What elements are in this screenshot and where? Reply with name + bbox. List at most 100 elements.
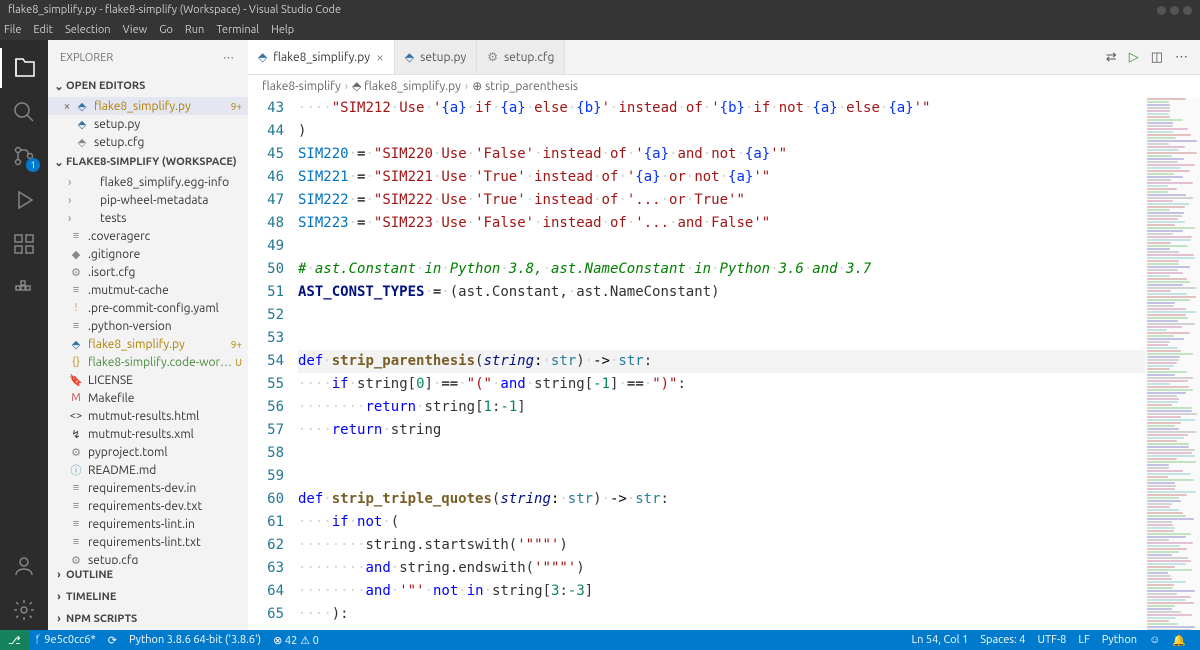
- git-branch[interactable]: ᚶ 9e5c0cc6*: [29, 630, 102, 650]
- open-editor-item[interactable]: ⬘setup.cfg: [48, 133, 248, 151]
- notifications-icon[interactable]: 🔔: [1166, 630, 1192, 650]
- file-label: flake8-simplify.code-worksp…: [88, 356, 235, 369]
- sidebar-more-icon[interactable]: ⋯: [223, 51, 236, 64]
- outline-header[interactable]: ›OUTLINE: [48, 564, 248, 586]
- file-icon: ≡: [68, 500, 84, 512]
- menu-terminal[interactable]: Terminal: [216, 24, 259, 36]
- file-label: tests: [100, 212, 248, 225]
- workspace-header[interactable]: ⌄FLAKE8-SIMPLIFY (WORKSPACE): [48, 151, 248, 173]
- file-item[interactable]: ≡requirements-lint.in: [48, 515, 248, 533]
- eol[interactable]: LF: [1072, 630, 1095, 650]
- encoding[interactable]: UTF-8: [1032, 630, 1073, 650]
- window-close-icon[interactable]: [1183, 6, 1192, 15]
- run-debug-icon[interactable]: [0, 180, 48, 220]
- tab-label: setup.cfg: [504, 51, 554, 64]
- file-icon: ⓘ: [68, 462, 84, 478]
- file-icon: ⚙: [68, 266, 84, 279]
- editor-tab[interactable]: ⚙setup.cfg: [477, 40, 565, 74]
- file-icon: <>: [68, 410, 84, 422]
- code-editor[interactable]: ····"SIM212·Use·'{a}·if·{a}·else·{b}'·in…: [298, 97, 1145, 630]
- file-icon: ↯: [68, 428, 84, 441]
- folder-item[interactable]: ›tests: [48, 209, 248, 227]
- editor-tab[interactable]: ⬘flake8_simplify.py×: [248, 40, 395, 74]
- file-label: requirements-dev.txt: [88, 500, 248, 513]
- language-mode[interactable]: Python: [1096, 630, 1143, 650]
- file-icon: ⬘: [74, 136, 90, 149]
- file-item[interactable]: ⚙ pyproject.toml: [48, 443, 248, 461]
- file-item[interactable]: ⬘flake8_simplify.py9+: [48, 335, 248, 353]
- problems[interactable]: ⊗ 42 ⚠ 0: [267, 630, 325, 650]
- file-icon: ⬘: [74, 118, 90, 131]
- menu-selection[interactable]: Selection: [65, 24, 111, 36]
- file-item[interactable]: ⚙.isort.cfg: [48, 263, 248, 281]
- file-icon: ≡: [68, 518, 84, 530]
- file-item[interactable]: ⚙setup.cfg: [48, 551, 248, 564]
- split-editor-icon[interactable]: ◫: [1151, 50, 1163, 65]
- file-item[interactable]: ↯mutmut-results.xml: [48, 425, 248, 443]
- explorer-icon[interactable]: [0, 48, 48, 88]
- open-editor-item[interactable]: ×⬘flake8_simplify.py9+: [48, 97, 248, 115]
- file-item[interactable]: !.pre-commit-config.yaml: [48, 299, 248, 317]
- breadcrumb-item[interactable]: ⊕ strip_parenthesis: [472, 79, 578, 93]
- editor-tab[interactable]: ⬘setup.py: [395, 40, 477, 74]
- folder-item[interactable]: ›pip-wheel-metadata: [48, 191, 248, 209]
- breadcrumb-item[interactable]: ⬘ flake8_simplify.py: [352, 79, 461, 93]
- breadcrumb-item[interactable]: flake8-simplify: [262, 80, 341, 93]
- file-label: setup.py: [94, 118, 248, 131]
- file-label: requirements-lint.txt: [88, 536, 248, 549]
- file-item[interactable]: ⓘREADME.md: [48, 461, 248, 479]
- file-item[interactable]: 🔖LICENSE: [48, 371, 248, 389]
- indentation[interactable]: Spaces: 4: [974, 630, 1031, 650]
- close-tab-icon[interactable]: ×: [376, 49, 384, 65]
- file-label: mutmut-results.html: [88, 410, 248, 423]
- open-editors-header[interactable]: ⌄OPEN EDITORS: [48, 75, 248, 97]
- search-icon[interactable]: [0, 92, 48, 132]
- file-item[interactable]: {}flake8-simplify.code-worksp…U: [48, 353, 248, 371]
- file-item[interactable]: ≡requirements-lint.txt: [48, 533, 248, 551]
- source-control-icon[interactable]: 1: [0, 136, 48, 176]
- file-item[interactable]: ◆.gitignore: [48, 245, 248, 263]
- menu-run[interactable]: Run: [185, 24, 204, 36]
- accounts-icon[interactable]: [0, 546, 48, 586]
- python-interpreter[interactable]: Python 3.8.6 64-bit ('3.8.6'): [123, 630, 267, 650]
- file-item[interactable]: ≡.coveragerc: [48, 227, 248, 245]
- run-icon[interactable]: ▷: [1129, 50, 1139, 65]
- more-actions-icon[interactable]: ⋯: [1175, 50, 1188, 65]
- file-item[interactable]: <> mutmut-results.html: [48, 407, 248, 425]
- minimap[interactable]: [1145, 97, 1200, 630]
- compare-changes-icon[interactable]: ⇄: [1106, 50, 1117, 65]
- menu-edit[interactable]: Edit: [33, 24, 53, 36]
- menu-go[interactable]: Go: [159, 24, 173, 36]
- docker-icon[interactable]: [0, 268, 48, 308]
- file-label: pyproject.toml: [88, 446, 248, 459]
- menu-help[interactable]: Help: [271, 24, 294, 36]
- status-bar: ⎇ ᚶ 9e5c0cc6* ⟳ Python 3.8.6 64-bit ('3.…: [0, 630, 1200, 650]
- window-min-icon[interactable]: [1157, 6, 1166, 15]
- window-max-icon[interactable]: [1170, 6, 1179, 15]
- open-editor-item[interactable]: ⬘ setup.py: [48, 115, 248, 133]
- extensions-icon[interactable]: [0, 224, 48, 264]
- close-editor-icon[interactable]: ×: [60, 100, 74, 113]
- file-item[interactable]: ≡.python-version: [48, 317, 248, 335]
- settings-gear-icon[interactable]: [0, 590, 48, 630]
- file-item[interactable]: ≡requirements-dev.in: [48, 479, 248, 497]
- npm-scripts-header[interactable]: ›NPM SCRIPTS: [48, 608, 248, 630]
- file-label: .mutmut-cache: [88, 284, 248, 297]
- menu-file[interactable]: File: [4, 24, 21, 36]
- file-icon: ⚙: [68, 446, 84, 459]
- menu-bar: File Edit Selection View Go Run Terminal Help: [0, 20, 1200, 40]
- folder-item[interactable]: ›flake8_simplify.egg-info: [48, 173, 248, 191]
- file-item[interactable]: ≡.mutmut-cache: [48, 281, 248, 299]
- breadcrumb[interactable]: flake8-simplify›⬘ flake8_simplify.py›⊕ s…: [248, 75, 1200, 97]
- file-item[interactable]: MMakefile: [48, 389, 248, 407]
- git-badge: 9+: [231, 339, 242, 350]
- cursor-position[interactable]: Ln 54, Col 1: [905, 630, 974, 650]
- sync-icon[interactable]: ⟳: [102, 630, 123, 650]
- menu-view[interactable]: View: [123, 24, 148, 36]
- tab-label: flake8_simplify.py: [273, 51, 370, 64]
- window-controls: [1157, 6, 1192, 15]
- feedback-icon[interactable]: ☺: [1143, 630, 1166, 650]
- file-item[interactable]: ≡ requirements-dev.txt: [48, 497, 248, 515]
- timeline-header[interactable]: ›TIMELINE: [48, 586, 248, 608]
- remote-indicator[interactable]: ⎇: [0, 630, 29, 650]
